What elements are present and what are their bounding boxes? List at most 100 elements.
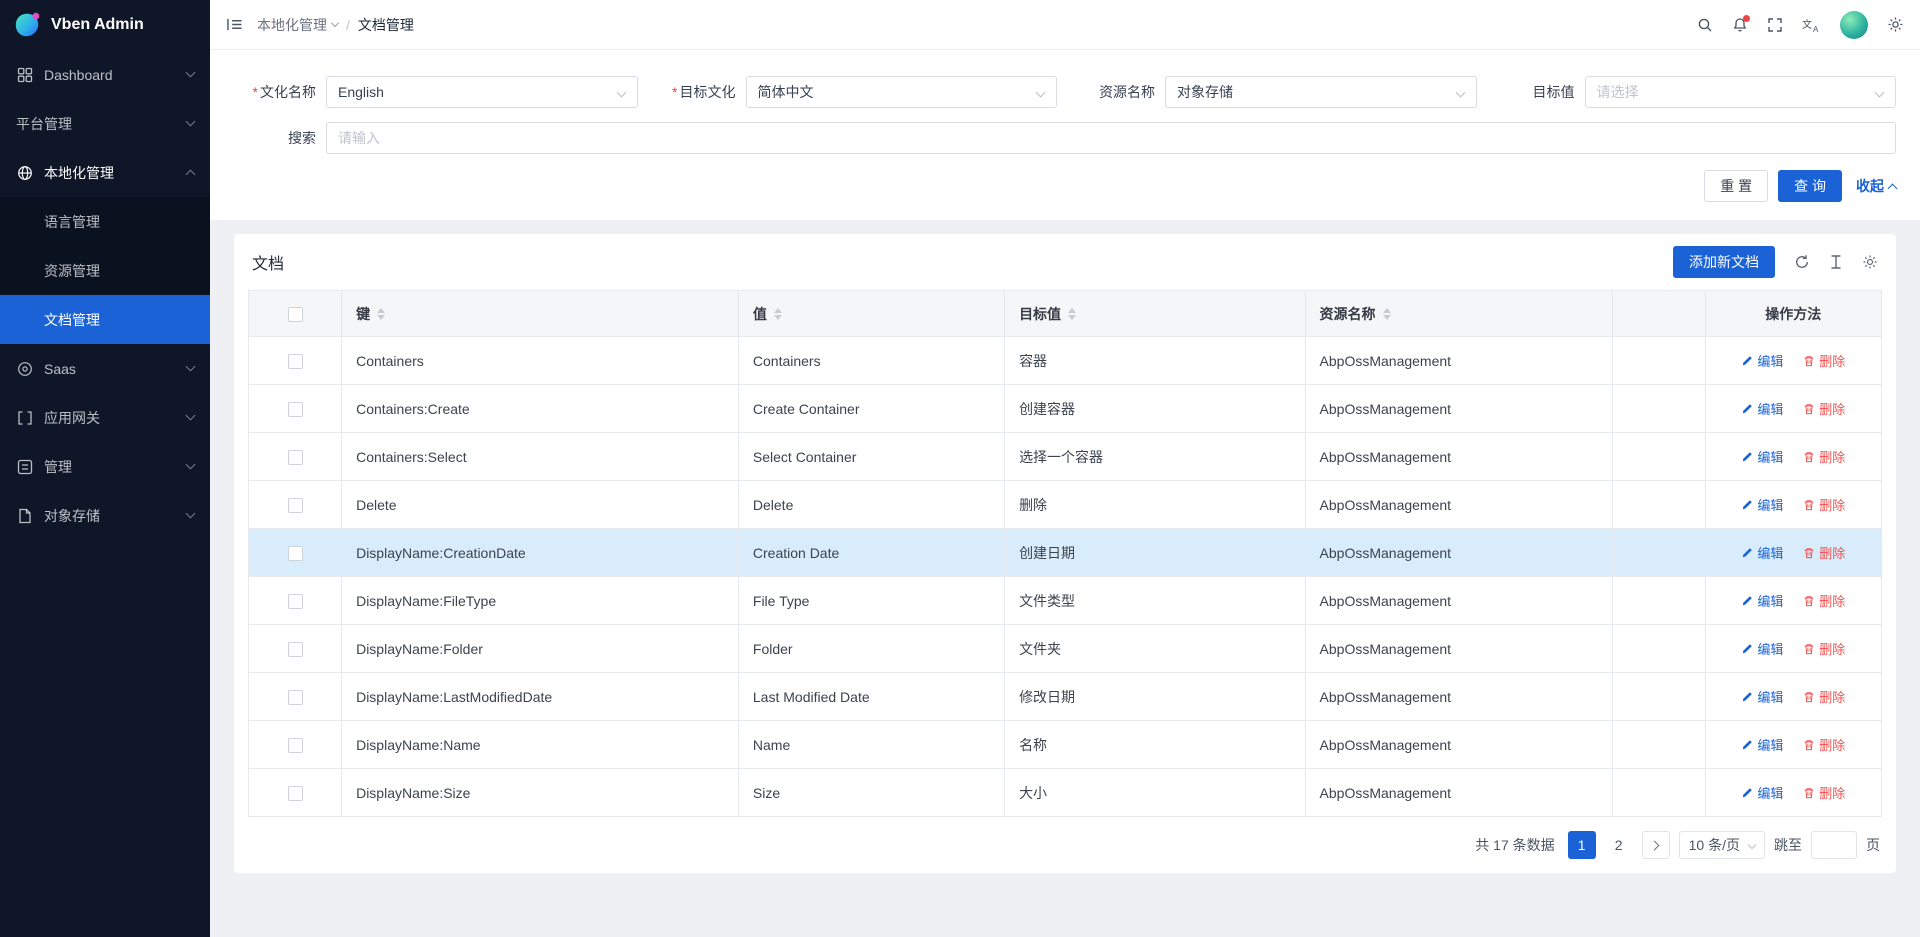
- edit-button[interactable]: 编辑: [1741, 783, 1783, 802]
- table-row[interactable]: Containers:Select Select Container 选择一个容…: [249, 433, 1882, 481]
- reset-button[interactable]: 重 置: [1704, 170, 1768, 202]
- sidebar-item-object-storage[interactable]: 对象存储: [0, 491, 210, 540]
- jump-page-input[interactable]: [1811, 831, 1857, 859]
- user-avatar[interactable]: [1840, 11, 1868, 39]
- row-height-icon[interactable]: [1829, 254, 1843, 270]
- delete-button[interactable]: 删除: [1803, 543, 1845, 562]
- edit-button[interactable]: 编辑: [1741, 591, 1783, 610]
- query-button[interactable]: 查 询: [1778, 170, 1842, 202]
- cell-resource-name: AbpOssManagement: [1305, 625, 1612, 673]
- fullscreen-icon[interactable]: [1767, 17, 1783, 33]
- table-settings-icon[interactable]: [1862, 254, 1878, 270]
- row-checkbox[interactable]: [288, 594, 303, 609]
- table-row[interactable]: DisplayName:Size Size 大小 AbpOssManagemen…: [249, 769, 1882, 817]
- row-checkbox[interactable]: [288, 354, 303, 369]
- page-button-2[interactable]: 2: [1605, 831, 1633, 859]
- sidebar-item-management[interactable]: 管理: [0, 442, 210, 491]
- table-row[interactable]: DisplayName:Folder Folder 文件夹 AbpOssMana…: [249, 625, 1882, 673]
- sort-icons[interactable]: [1068, 308, 1076, 320]
- breadcrumb-parent[interactable]: 本地化管理: [257, 15, 338, 35]
- cell-value: Last Modified Date: [738, 673, 1004, 721]
- edit-button[interactable]: 编辑: [1741, 543, 1783, 562]
- app-logo[interactable]: Vben Admin: [0, 0, 210, 50]
- next-page-button[interactable]: [1642, 831, 1670, 859]
- cell-value: Select Container: [738, 433, 1004, 481]
- delete-link-label: 删除: [1819, 639, 1845, 658]
- select-all-checkbox[interactable]: [288, 307, 303, 322]
- delete-button[interactable]: 删除: [1803, 351, 1845, 370]
- table-row[interactable]: DisplayName:Name Name 名称 AbpOssManagemen…: [249, 721, 1882, 769]
- edit-button[interactable]: 编辑: [1741, 687, 1783, 706]
- chevron-down-icon: [1875, 88, 1885, 98]
- cell-value: Size: [738, 769, 1004, 817]
- row-checkbox[interactable]: [288, 546, 303, 561]
- sort-icons[interactable]: [774, 308, 782, 320]
- cell-spacer: [1612, 433, 1705, 481]
- refresh-icon[interactable]: [1794, 254, 1810, 270]
- table-row[interactable]: DisplayName:LastModifiedDate Last Modifi…: [249, 673, 1882, 721]
- edit-button[interactable]: 编辑: [1741, 735, 1783, 754]
- chevron-down-icon: [186, 68, 196, 78]
- sidebar-item-document-management[interactable]: 文档管理: [0, 295, 210, 344]
- delete-button[interactable]: 删除: [1803, 495, 1845, 514]
- edit-link-label: 编辑: [1757, 783, 1783, 802]
- sort-icons[interactable]: [377, 308, 385, 320]
- chevron-up-icon: [1888, 183, 1898, 193]
- delete-link-label: 删除: [1819, 351, 1845, 370]
- add-document-button[interactable]: 添加新文档: [1673, 246, 1775, 278]
- sidebar-item-dashboard[interactable]: Dashboard: [0, 50, 210, 99]
- page-button-1[interactable]: 1: [1568, 831, 1596, 859]
- menu-fold-icon[interactable]: [226, 17, 243, 32]
- trash-icon: [1803, 691, 1815, 703]
- table-row[interactable]: DisplayName:CreationDate Creation Date 创…: [249, 529, 1882, 577]
- sidebar-item-platform[interactable]: 平台管理: [0, 99, 210, 148]
- delete-button[interactable]: 删除: [1803, 735, 1845, 754]
- edit-button[interactable]: 编辑: [1741, 399, 1783, 418]
- row-checkbox[interactable]: [288, 402, 303, 417]
- search-icon[interactable]: [1697, 17, 1713, 33]
- edit-button[interactable]: 编辑: [1741, 447, 1783, 466]
- edit-button[interactable]: 编辑: [1741, 351, 1783, 370]
- table-row[interactable]: Containers:Create Create Container 创建容器 …: [249, 385, 1882, 433]
- delete-button[interactable]: 删除: [1803, 591, 1845, 610]
- table-row[interactable]: DisplayName:FileType File Type 文件类型 AbpO…: [249, 577, 1882, 625]
- trash-icon: [1803, 643, 1815, 655]
- translate-icon[interactable]: 文A: [1802, 17, 1821, 33]
- row-checkbox[interactable]: [288, 738, 303, 753]
- target-culture-select[interactable]: 简体中文: [746, 76, 1058, 108]
- delete-link-label: 删除: [1819, 735, 1845, 754]
- notification-bell-icon[interactable]: [1732, 17, 1748, 33]
- sidebar-item-language-management[interactable]: 语言管理: [0, 197, 210, 246]
- edit-button[interactable]: 编辑: [1741, 639, 1783, 658]
- sidebar-item-gateway[interactable]: 应用网关: [0, 393, 210, 442]
- cell-actions: 编辑 删除: [1705, 769, 1881, 817]
- delete-button[interactable]: 删除: [1803, 447, 1845, 466]
- row-checkbox[interactable]: [288, 786, 303, 801]
- culture-name-select[interactable]: English: [326, 76, 638, 108]
- sidebar-item-resource-management[interactable]: 资源管理: [0, 246, 210, 295]
- target-value-select[interactable]: 请选择: [1585, 76, 1897, 108]
- collapse-link[interactable]: 收起: [1856, 176, 1896, 196]
- delete-button[interactable]: 删除: [1803, 399, 1845, 418]
- delete-button[interactable]: 删除: [1803, 783, 1845, 802]
- table-row[interactable]: Containers Containers 容器 AbpOssManagemen…: [249, 337, 1882, 385]
- sidebar-item-localization[interactable]: 本地化管理: [0, 148, 210, 197]
- search-input[interactable]: [326, 122, 1896, 154]
- edit-button[interactable]: 编辑: [1741, 495, 1783, 514]
- settings-gear-icon[interactable]: [1887, 16, 1904, 33]
- table-row[interactable]: Delete Delete 删除 AbpOssManagement 编辑 删除: [249, 481, 1882, 529]
- sidebar-item-saas[interactable]: Saas: [0, 344, 210, 393]
- edit-link-label: 编辑: [1757, 639, 1783, 658]
- row-checkbox[interactable]: [288, 642, 303, 657]
- filter-field-culture-name: *文化名称 English: [234, 76, 638, 108]
- row-checkbox[interactable]: [288, 450, 303, 465]
- cell-key: DisplayName:FileType: [342, 577, 739, 625]
- delete-button[interactable]: 删除: [1803, 639, 1845, 658]
- sort-icons[interactable]: [1383, 308, 1391, 320]
- resource-name-select[interactable]: 对象存储: [1165, 76, 1477, 108]
- row-checkbox[interactable]: [288, 690, 303, 705]
- page-size-select[interactable]: 10 条/页: [1679, 831, 1765, 859]
- row-checkbox[interactable]: [288, 498, 303, 513]
- delete-button[interactable]: 删除: [1803, 687, 1845, 706]
- culture-name-label: *文化名称: [234, 82, 326, 102]
